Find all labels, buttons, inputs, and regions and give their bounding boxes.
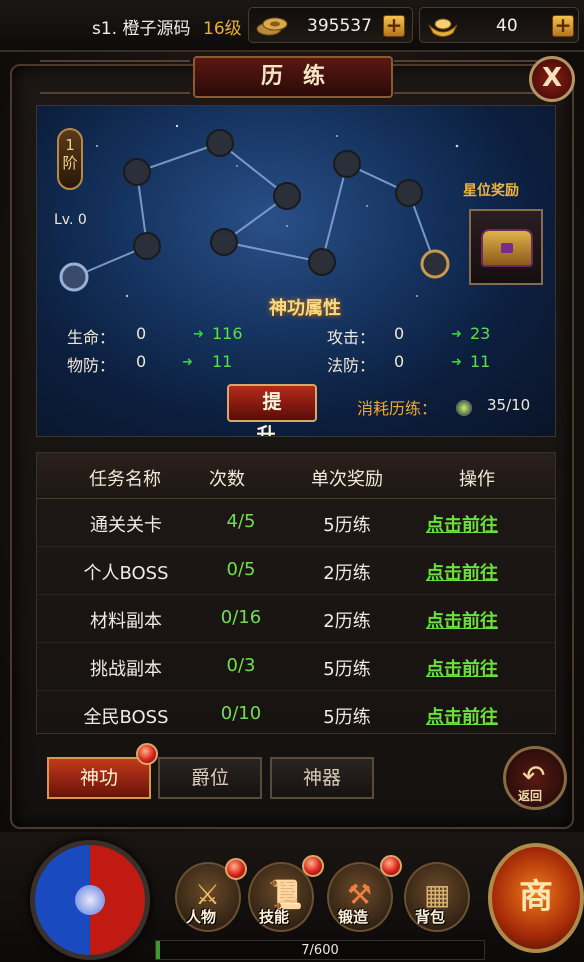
star-reward-label: 星位奖励 [463,183,519,199]
notification-dot-icon [136,743,158,765]
table-row: 挑战副本 0/3 5历练 点击前往 [37,643,555,691]
stat-label-hp: 生命： [67,328,116,347]
task-count: 0/3 [226,655,256,676]
gold-box: 40 + [419,7,579,43]
task-name: 个人BOSS [83,563,169,584]
go-link[interactable]: 点击前往 [407,511,517,537]
constellation-map: 1 阶 Lv. 0 星位奖励 神功属性 生命： 0 ➜ 116 攻击： 0 ➜ … [36,105,556,437]
star-reward-chest[interactable] [469,209,543,285]
coin-amount: 395537 [307,16,372,36]
skills-label: 技能 [259,908,290,926]
add-coins-button[interactable]: + [383,15,405,37]
task-reward: 5历练 [323,707,371,728]
add-gold-button[interactable]: + [552,15,574,37]
shop-button[interactable]: 商 [488,843,584,953]
task-name: 全民BOSS [83,707,169,728]
arrow-right-icon: ➜ [182,355,193,370]
treasure-chest-icon [481,229,533,267]
tab-shenqi[interactable]: 神器 [270,757,374,799]
stat-next-hp: 116 [212,324,243,343]
task-name: 挑战副本 [90,659,162,680]
task-name: 材料副本 [90,611,162,632]
upgrade-button[interactable]: 提 升 [227,384,317,436]
header-task-name: 任务名称 [89,469,161,490]
server-name: s1. 橙子源码 [92,19,191,39]
forge-label: 锻造 [338,908,369,926]
notification-dot-icon [380,855,402,877]
task-reward: 2历练 [323,611,371,632]
stat-value-pdef: 0 [136,352,147,371]
close-icon: X [541,63,563,93]
close-button[interactable]: X [529,56,575,102]
task-count: 0/10 [220,703,262,724]
tier-text: 1 阶 [62,136,78,172]
stat-label-pdef: 物防： [67,356,116,375]
table-row: 个人BOSS 0/5 2历练 点击前往 [37,547,555,595]
experience-text: 7/600 [301,943,339,958]
experience-bar: 7/600 [155,940,485,960]
stat-label-mdef: 法防： [327,356,376,375]
tab-shengong[interactable]: 神功 [47,757,151,799]
bag-label: 背包 [415,908,446,926]
back-label: 返回 [518,789,543,803]
stat-next-attack: 23 [470,324,491,343]
arrow-right-icon: ➜ [451,355,462,370]
table-row: 通关关卡 4/5 5历练 点击前往 [37,499,555,547]
stat-value-hp: 0 [136,324,147,343]
attribute-title: 神功属性 [269,298,341,319]
title-ornament-right [394,60,544,94]
title-ornament-left [40,60,190,94]
task-reward: 5历练 [323,515,371,536]
notification-dot-icon [302,855,324,877]
back-button[interactable]: ↶ 返回 [503,746,567,810]
table-header: 任务名称 次数 单次奖励 操作 [37,453,555,499]
game-screen: s1. 橙子源码 16级 395537 + 40 + 历练 X 1 阶 Lv. … [0,0,584,962]
task-table: 任务名称 次数 单次奖励 操作 通关关卡 4/5 5历练 点击前往 个人BOSS… [36,452,556,734]
task-count: 0/16 [220,607,262,628]
gold-amount: 40 [496,16,518,36]
cost-label: 消耗历练： [357,399,438,418]
yin-yang-orb-icon[interactable] [30,840,150,960]
go-link[interactable]: 点击前往 [407,703,517,729]
character-label: 人物 [186,908,217,926]
coin-box: 395537 + [248,7,413,43]
task-reward: 2历练 [323,563,371,584]
stat-next-mdef: 11 [470,352,491,371]
notification-dot-icon [225,858,247,880]
table-row: 全民BOSS 0/10 5历练 点击前往 [37,691,555,739]
stat-value-attack: 0 [394,324,405,343]
player-level: 16级 [203,19,242,39]
stat-next-pdef: 11 [212,352,233,371]
go-link[interactable]: 点击前往 [407,607,517,633]
panel-title: 历练 [193,56,393,98]
header-action: 操作 [459,469,495,490]
arrow-right-icon: ➜ [193,327,204,342]
task-count: 4/5 [226,511,256,532]
header-count: 次数 [209,469,245,490]
star-level: Lv. 0 [54,212,87,228]
stat-label-attack: 攻击： [327,328,376,347]
task-reward: 5历练 [323,659,371,680]
task-count: 0/5 [226,559,256,580]
arrow-right-icon: ➜ [451,327,462,342]
stat-value-mdef: 0 [394,352,405,371]
header-reward: 单次奖励 [311,469,383,490]
task-name: 通关关卡 [90,515,162,536]
coin-stack-icon [256,17,288,36]
table-row: 材料副本 0/16 2历练 点击前往 [37,595,555,643]
tier-badge: 1 阶 [57,128,83,190]
tab-juewei[interactable]: 爵位 [158,757,262,799]
go-link[interactable]: 点击前往 [407,655,517,681]
gold-ingot-icon [428,18,458,37]
cost-value: 35/10 [487,396,531,414]
training-point-icon [456,400,472,416]
top-resource-bar: s1. 橙子源码 16级 395537 + 40 + [0,0,584,52]
go-link[interactable]: 点击前往 [407,559,517,585]
